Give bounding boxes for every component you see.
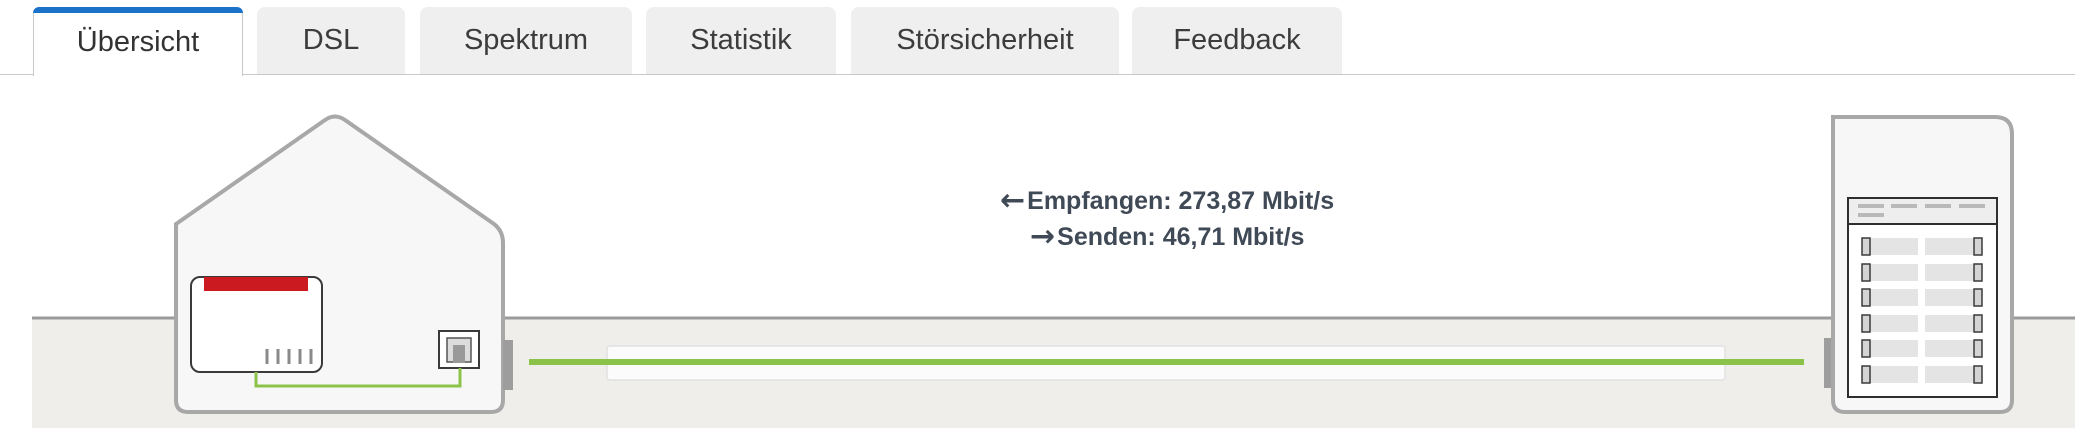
house-connector (503, 340, 513, 390)
arrow-right-icon: → (1030, 219, 1056, 254)
send-rate: Senden: 46,71 Mbit/s (1057, 223, 1305, 251)
tab-uebersicht[interactable]: Übersicht (33, 7, 243, 76)
send-rate-row: → Senden: 46,71 Mbit/s (1000, 219, 1400, 255)
wall-socket-icon (438, 330, 480, 369)
router-icon (190, 276, 323, 373)
line-rates: ← Empfangen: 273,87 Mbit/s → Senden: 46,… (1000, 183, 1400, 255)
receive-rate-row: ← Empfangen: 273,87 Mbit/s (1000, 183, 1400, 219)
exchange-cabinet-icon (1831, 115, 2014, 414)
receive-rate: Empfangen: 273,87 Mbit/s (1027, 187, 1335, 215)
arrow-left-icon: ← (1000, 183, 1026, 218)
